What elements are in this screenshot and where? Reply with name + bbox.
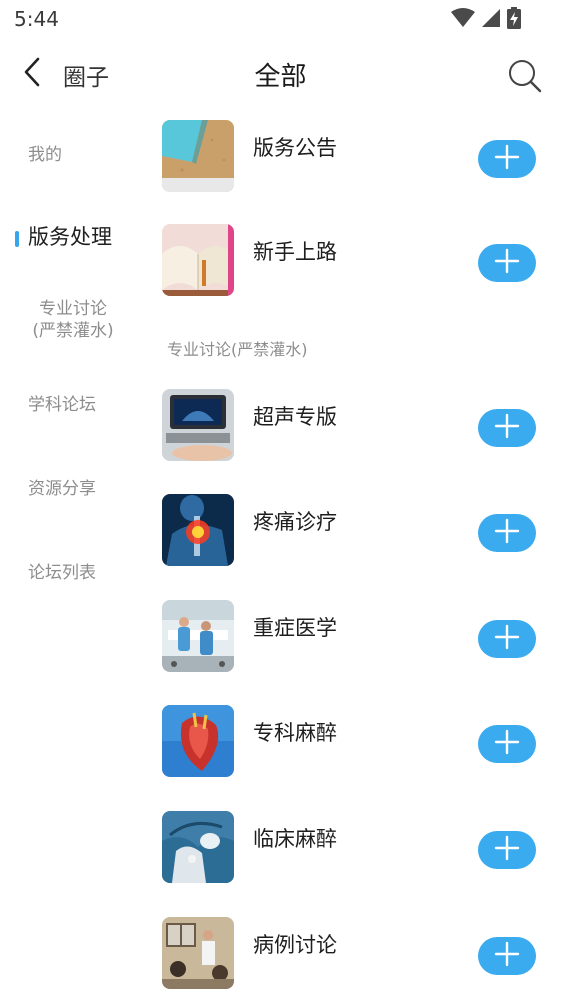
status-bar: 5:44: [0, 0, 561, 38]
sidebar-item-label-line2: (严禁灌水): [32, 321, 114, 341]
sidebar-item-forum-list[interactable]: 论坛列表: [0, 560, 150, 590]
plus-icon: [494, 941, 520, 971]
forum-thumbnail: [162, 494, 234, 566]
active-indicator: [15, 231, 19, 247]
join-forum-button[interactable]: [478, 831, 536, 869]
forum-thumbnail: [162, 917, 234, 989]
forum-name: 病例讨论: [253, 933, 337, 957]
forum-name: 重症医学: [253, 616, 337, 640]
page-title: 全部: [254, 62, 307, 92]
join-forum-button[interactable]: [478, 409, 536, 447]
forum-thumbnail: [162, 811, 234, 883]
forum-thumbnail: [162, 705, 234, 777]
join-forum-button[interactable]: [478, 937, 536, 975]
join-forum-button[interactable]: [478, 514, 536, 552]
section-heading: 专业讨论(严禁灌水): [167, 340, 308, 359]
forum-list: 版务公告 新手上路 专业讨论(严禁灌水) 超声专版 疼痛诊疗 重症医学 专科麻醉…: [150, 112, 561, 999]
forum-name: 版务公告: [253, 136, 337, 160]
plus-icon: [494, 624, 520, 654]
forum-name: 疼痛诊疗: [253, 510, 337, 534]
sidebar-item-admin[interactable]: 版务处理: [0, 222, 150, 256]
sidebar-item-mine[interactable]: 我的: [0, 140, 150, 170]
forum-row[interactable]: 新手上路: [150, 224, 561, 304]
wifi-icon: [451, 8, 475, 28]
forum-row[interactable]: 版务公告: [150, 120, 561, 200]
join-forum-button[interactable]: [478, 140, 536, 178]
forum-name: 超声专版: [253, 405, 337, 429]
sidebar-item-resources[interactable]: 资源分享: [0, 476, 150, 506]
app-header: 圈子 全部: [0, 44, 561, 104]
plus-icon: [494, 729, 520, 759]
forum-thumbnail: [162, 389, 234, 461]
sidebar-item-discipline[interactable]: 学科论坛: [0, 392, 150, 422]
sidebar-item-label: 版务处理: [28, 225, 112, 249]
join-forum-button[interactable]: [478, 244, 536, 282]
sidebar-item-label-line1: 专业讨论: [39, 299, 107, 319]
sidebar-item-professional[interactable]: 专业讨论 (严禁灌水): [0, 298, 150, 348]
search-button[interactable]: [507, 58, 543, 94]
forum-row[interactable]: 重症医学: [150, 600, 561, 680]
join-forum-button[interactable]: [478, 620, 536, 658]
forum-row[interactable]: 病例讨论: [150, 917, 561, 997]
forum-name: 临床麻醉: [253, 827, 337, 851]
forum-row[interactable]: 疼痛诊疗: [150, 494, 561, 574]
forum-row[interactable]: 超声专版: [150, 389, 561, 469]
category-sidebar: 我的 版务处理 专业讨论 (严禁灌水) 学科论坛 资源分享 论坛列表: [0, 112, 150, 999]
plus-icon: [494, 518, 520, 548]
status-time: 5:44: [14, 7, 59, 31]
join-forum-button[interactable]: [478, 725, 536, 763]
sidebar-item-label: 我的: [28, 145, 62, 165]
search-icon: [507, 60, 543, 98]
status-icons: [451, 6, 521, 30]
plus-icon: [494, 413, 520, 443]
forum-name: 专科麻醉: [253, 721, 337, 745]
forum-category-page: 5:44 圈子 全部 我的 版务处理 专业讨论 (严禁灌水) 学科论坛 资源分享…: [0, 0, 561, 999]
plus-icon: [494, 835, 520, 865]
sidebar-item-label: 论坛列表: [28, 563, 96, 583]
forum-thumbnail: [162, 224, 234, 296]
forum-row[interactable]: 专科麻醉: [150, 705, 561, 785]
sidebar-item-label: 学科论坛: [28, 395, 96, 415]
forum-thumbnail: [162, 600, 234, 672]
forum-row[interactable]: 临床麻醉: [150, 811, 561, 891]
forum-thumbnail: [162, 120, 234, 192]
plus-icon: [494, 248, 520, 278]
battery-charging-icon: [507, 7, 521, 29]
forum-name: 新手上路: [253, 240, 337, 264]
plus-icon: [494, 144, 520, 174]
sidebar-item-label: 资源分享: [28, 479, 96, 499]
signal-icon: [481, 8, 501, 28]
